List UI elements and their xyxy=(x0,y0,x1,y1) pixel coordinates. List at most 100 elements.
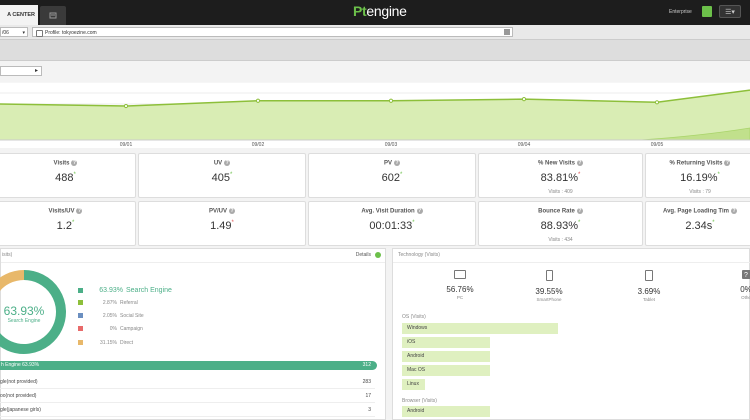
legend-item[interactable]: 0% Campaign xyxy=(78,326,143,332)
details-arrow-icon[interactable] xyxy=(375,252,381,258)
list-icon: ☰▾ xyxy=(725,9,735,16)
os-bar[interactable]: iOS xyxy=(402,337,490,348)
kpi-value-text: 88.93% xyxy=(540,220,578,232)
data-point xyxy=(521,97,527,102)
device-item[interactable]: 39.55% SmartPhone xyxy=(519,270,579,302)
x-tick-label: 09/01 xyxy=(120,142,133,148)
kpi-value: 16.19%* xyxy=(646,172,750,184)
os-bar[interactable]: Mac OS xyxy=(402,365,490,376)
trend-up-icon: * xyxy=(71,220,75,226)
kpi-label-text: Bounce Rate xyxy=(538,208,575,215)
os-bar-label: Linux xyxy=(407,381,419,387)
kpi-sub: Visits : 409 xyxy=(548,189,573,195)
help-icon[interactable]: ? xyxy=(71,160,78,166)
os-bar-label: Android xyxy=(407,353,425,359)
help-icon[interactable]: ? xyxy=(576,160,583,166)
donut-label: Search Engine xyxy=(7,318,41,324)
table-row[interactable]: gle(not provided) 283 xyxy=(0,376,375,389)
tablet-icon xyxy=(645,270,653,281)
kpi-label-text: % Returning Visits xyxy=(669,160,723,167)
legend-name: Referral xyxy=(120,300,138,306)
x-tick-label: 09/02 xyxy=(252,142,265,148)
tools-icon xyxy=(49,12,57,19)
kpi-value: 00:01:33* xyxy=(309,220,475,232)
kpi-label-text: Visits xyxy=(53,160,70,167)
kpi-label-text: PV/UV xyxy=(208,208,227,215)
table-row[interactable]: oo(not provided) 17 xyxy=(0,390,375,403)
trend-up-icon: * xyxy=(73,172,76,178)
help-icon[interactable]: ? xyxy=(576,208,583,214)
legend-pct: 2.87% xyxy=(102,300,117,306)
x-tick-label: 09/03 xyxy=(385,142,398,148)
device-name: Othe xyxy=(741,295,750,300)
row-count: 283 xyxy=(362,379,371,385)
kpi-value-text: 602 xyxy=(381,172,400,184)
help-icon[interactable]: ? xyxy=(394,160,400,166)
kpi-value: 88.93%* xyxy=(479,220,642,232)
app-logo: Ptengine xyxy=(353,3,407,19)
trend-chart: 09/01 09/02 09/03 09/04 09/05 xyxy=(0,81,750,148)
top-bar: A CENTER Ptengine Enterprise ☰▾ xyxy=(0,0,750,25)
os-bar-label: Mac OS xyxy=(407,367,426,373)
top-source-bar[interactable]: h Engine 63.93% 312 xyxy=(0,361,377,370)
os-bar-label: iOS xyxy=(407,339,416,345)
help-icon[interactable]: ? xyxy=(731,208,737,214)
row-label: gle(japanese girls) xyxy=(0,407,41,413)
series-area xyxy=(0,90,750,140)
kpi-value-text: 16.19% xyxy=(680,172,718,184)
kpi-value: 2.34s* xyxy=(646,220,750,232)
kpi-label-text: PV xyxy=(383,160,392,167)
row-label: gle(not provided) xyxy=(0,379,38,385)
trend-up-icon: * xyxy=(412,220,415,226)
legend-swatch xyxy=(78,313,83,319)
os-bar[interactable]: Android xyxy=(402,351,490,362)
kpi-value-text: 2.34s xyxy=(685,220,713,232)
help-icon[interactable]: ? xyxy=(724,160,731,166)
kpi-value: 488* xyxy=(0,172,135,184)
help-icon[interactable]: ? xyxy=(229,208,235,214)
kpi-label: Avg. Page Loading Tim? xyxy=(646,208,750,215)
kpi-label: UV? xyxy=(139,160,305,167)
x-tick-label: 09/05 xyxy=(651,142,664,148)
account-label[interactable]: Enterprise xyxy=(669,9,692,15)
kpi-card: UV? 405* xyxy=(138,153,306,198)
legend-item[interactable]: 31.15% Direct xyxy=(78,340,133,346)
help-icon[interactable]: ? xyxy=(76,208,83,214)
kpi-value-text: 00:01:33 xyxy=(369,220,413,232)
segment-select[interactable]: ▸ xyxy=(0,66,42,76)
legend-item[interactable]: 2.05% Social Site xyxy=(78,313,144,319)
device-percent: 0% xyxy=(740,285,750,294)
menu-button[interactable]: ☰▾ xyxy=(719,5,741,18)
profile-select[interactable]: Profile: tokyoezine.com xyxy=(32,27,513,37)
browser-title: Browser (Visits) xyxy=(402,398,437,404)
tab-data-center[interactable]: A CENTER xyxy=(0,5,38,25)
book-icon[interactable] xyxy=(702,6,712,17)
kpi-card: PV? 602* xyxy=(308,153,476,198)
os-bar[interactable]: Linux xyxy=(402,379,425,390)
kpi-card: Avg. Page Loading Tim? 2.34s* xyxy=(645,201,750,246)
kpi-card: Visits? 488* xyxy=(0,153,136,198)
device-item[interactable]: 3.69% Tablet xyxy=(619,270,679,302)
kpi-label-text: % New Visits xyxy=(538,160,575,167)
copy-icon[interactable] xyxy=(504,29,510,35)
panel-title: Technology (Visits) xyxy=(398,252,440,258)
help-icon[interactable]: ? xyxy=(224,160,231,166)
device-item[interactable]: 56.76% PC xyxy=(430,270,490,300)
legend-item[interactable]: 2.87% Referral xyxy=(78,300,138,306)
details-link[interactable]: Details xyxy=(356,252,371,258)
kpi-card: % Returning Visits? 16.19%* Visits : 79 xyxy=(645,153,750,198)
help-icon[interactable]: ? xyxy=(416,208,423,214)
device-name: SmartPhone xyxy=(536,297,562,302)
legend-item[interactable]: 63.93% Search Engine xyxy=(78,287,172,294)
data-point xyxy=(654,100,660,105)
os-bar[interactable]: Android xyxy=(402,406,490,417)
device-item[interactable]: ? 0%Othe xyxy=(716,270,750,300)
date-range-select[interactable]: /06 ▾ xyxy=(0,27,28,37)
chevron-down-icon: ▾ xyxy=(22,30,25,36)
legend-name: Campaign xyxy=(120,326,143,332)
tab-tools[interactable] xyxy=(40,6,66,25)
os-bar[interactable]: Windows xyxy=(402,323,558,334)
table-row[interactable]: gle(japanese girls) 3 xyxy=(0,404,375,417)
sitemap-icon xyxy=(36,30,43,37)
monitor-icon xyxy=(454,270,466,279)
